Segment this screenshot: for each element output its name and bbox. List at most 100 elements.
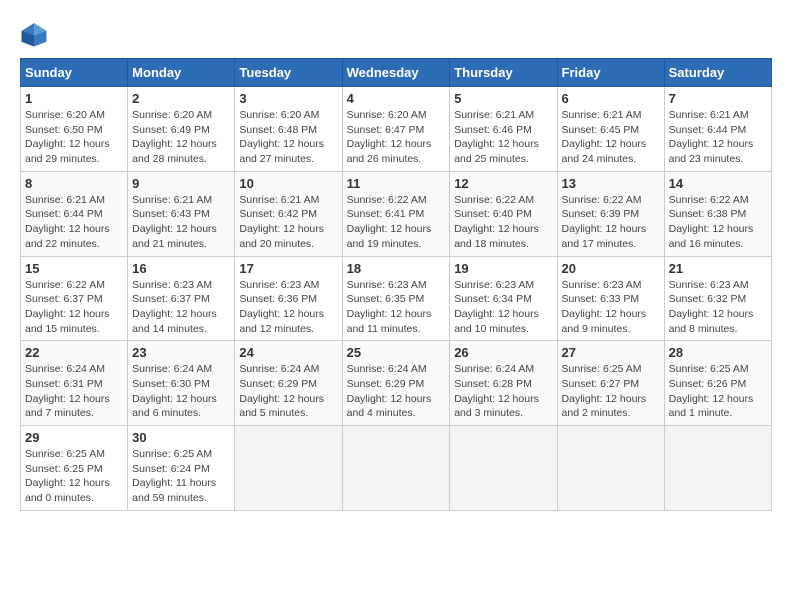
day-cell: 16 Sunrise: 6:23 AM Sunset: 6:37 PM Dayli… — [128, 256, 235, 341]
day-number: 30 — [132, 430, 230, 445]
day-cell: 28 Sunrise: 6:25 AM Sunset: 6:26 PM Dayli… — [664, 341, 771, 426]
day-info: Sunrise: 6:21 AM Sunset: 6:44 PM Dayligh… — [669, 108, 767, 167]
day-info: Sunrise: 6:21 AM Sunset: 6:42 PM Dayligh… — [239, 193, 337, 252]
column-header-friday: Friday — [557, 59, 664, 87]
day-info: Sunrise: 6:24 AM Sunset: 6:29 PM Dayligh… — [239, 362, 337, 421]
day-number: 13 — [562, 176, 660, 191]
day-number: 20 — [562, 261, 660, 276]
day-info: Sunrise: 6:23 AM Sunset: 6:32 PM Dayligh… — [669, 278, 767, 337]
week-row-1: 1 Sunrise: 6:20 AM Sunset: 6:50 PM Daylig… — [21, 87, 772, 172]
day-number: 15 — [25, 261, 123, 276]
day-info: Sunrise: 6:23 AM Sunset: 6:37 PM Dayligh… — [132, 278, 230, 337]
day-cell — [450, 426, 557, 511]
day-cell: 17Sunrise: 6:23 AM Sunset: 6:36 PM Dayli… — [235, 256, 342, 341]
day-info: Sunrise: 6:20 AM Sunset: 6:49 PM Dayligh… — [132, 108, 230, 167]
day-number: 9 — [132, 176, 230, 191]
day-cell: 8Sunrise: 6:21 AM Sunset: 6:44 PM Daylig… — [21, 171, 128, 256]
day-info: Sunrise: 6:24 AM Sunset: 6:30 PM Dayligh… — [132, 362, 230, 421]
day-number: 22 — [25, 345, 123, 360]
day-info: Sunrise: 6:23 AM Sunset: 6:33 PM Dayligh… — [562, 278, 660, 337]
week-row-3: 15 Sunrise: 6:22 AM Sunset: 6:37 PM Dayli… — [21, 256, 772, 341]
day-cell: 30 Sunrise: 6:25 AM Sunset: 6:24 PM Dayli… — [128, 426, 235, 511]
day-info: Sunrise: 6:22 AM Sunset: 6:40 PM Dayligh… — [454, 193, 552, 252]
day-info: Sunrise: 6:22 AM Sunset: 6:41 PM Dayligh… — [347, 193, 446, 252]
day-info: Sunrise: 6:23 AM Sunset: 6:34 PM Dayligh… — [454, 278, 552, 337]
day-number: 2 — [132, 91, 230, 106]
day-cell — [557, 426, 664, 511]
day-number: 4 — [347, 91, 446, 106]
day-number: 6 — [562, 91, 660, 106]
day-number: 26 — [454, 345, 552, 360]
day-info: Sunrise: 6:20 AM Sunset: 6:48 PM Dayligh… — [239, 108, 337, 167]
day-cell: 15 Sunrise: 6:22 AM Sunset: 6:37 PM Dayli… — [21, 256, 128, 341]
day-number: 23 — [132, 345, 230, 360]
day-cell: 11 Sunrise: 6:22 AM Sunset: 6:41 PM Dayli… — [342, 171, 450, 256]
calendar-header-row: SundayMondayTuesdayWednesdayThursdayFrid… — [21, 59, 772, 87]
day-number: 7 — [669, 91, 767, 106]
day-cell: 21 Sunrise: 6:23 AM Sunset: 6:32 PM Dayli… — [664, 256, 771, 341]
week-row-4: 22Sunrise: 6:24 AM Sunset: 6:31 PM Dayli… — [21, 341, 772, 426]
day-cell — [664, 426, 771, 511]
day-number: 14 — [669, 176, 767, 191]
day-number: 5 — [454, 91, 552, 106]
day-cell: 9 Sunrise: 6:21 AM Sunset: 6:43 PM Daylig… — [128, 171, 235, 256]
week-row-5: 29 Sunrise: 6:25 AM Sunset: 6:25 PM Dayli… — [21, 426, 772, 511]
day-number: 12 — [454, 176, 552, 191]
page-header — [20, 20, 772, 48]
day-number: 3 — [239, 91, 337, 106]
day-cell: 1 Sunrise: 6:20 AM Sunset: 6:50 PM Daylig… — [21, 87, 128, 172]
day-info: Sunrise: 6:25 AM Sunset: 6:25 PM Dayligh… — [25, 447, 123, 506]
day-info: Sunrise: 6:25 AM Sunset: 6:24 PM Dayligh… — [132, 447, 230, 506]
day-number: 11 — [347, 176, 446, 191]
day-number: 19 — [454, 261, 552, 276]
day-cell: 10 Sunrise: 6:21 AM Sunset: 6:42 PM Dayli… — [235, 171, 342, 256]
day-number: 1 — [25, 91, 123, 106]
day-info: Sunrise: 6:22 AM Sunset: 6:38 PM Dayligh… — [669, 193, 767, 252]
day-number: 18 — [347, 261, 446, 276]
day-info: Sunrise: 6:23 AM Sunset: 6:35 PM Dayligh… — [347, 278, 446, 337]
day-info: Sunrise: 6:20 AM Sunset: 6:50 PM Dayligh… — [25, 108, 123, 167]
day-number: 10 — [239, 176, 337, 191]
day-info: Sunrise: 6:21 AM Sunset: 6:44 PM Dayligh… — [25, 193, 123, 252]
day-info: Sunrise: 6:21 AM Sunset: 6:43 PM Dayligh… — [132, 193, 230, 252]
day-info: Sunrise: 6:21 AM Sunset: 6:45 PM Dayligh… — [562, 108, 660, 167]
logo-icon — [20, 20, 48, 48]
day-cell: 20 Sunrise: 6:23 AM Sunset: 6:33 PM Dayli… — [557, 256, 664, 341]
logo — [20, 20, 52, 48]
day-info: Sunrise: 6:20 AM Sunset: 6:47 PM Dayligh… — [347, 108, 446, 167]
day-number: 17 — [239, 261, 337, 276]
day-number: 16 — [132, 261, 230, 276]
day-cell: 6 Sunrise: 6:21 AM Sunset: 6:45 PM Daylig… — [557, 87, 664, 172]
day-cell: 4 Sunrise: 6:20 AM Sunset: 6:47 PM Daylig… — [342, 87, 450, 172]
day-cell: 2 Sunrise: 6:20 AM Sunset: 6:49 PM Daylig… — [128, 87, 235, 172]
day-cell: 7 Sunrise: 6:21 AM Sunset: 6:44 PM Daylig… — [664, 87, 771, 172]
day-info: Sunrise: 6:24 AM Sunset: 6:29 PM Dayligh… — [347, 362, 446, 421]
day-cell — [235, 426, 342, 511]
column-header-wednesday: Wednesday — [342, 59, 450, 87]
week-row-2: 8Sunrise: 6:21 AM Sunset: 6:44 PM Daylig… — [21, 171, 772, 256]
day-cell — [342, 426, 450, 511]
day-info: Sunrise: 6:24 AM Sunset: 6:28 PM Dayligh… — [454, 362, 552, 421]
column-header-thursday: Thursday — [450, 59, 557, 87]
day-cell: 5 Sunrise: 6:21 AM Sunset: 6:46 PM Daylig… — [450, 87, 557, 172]
calendar-table: SundayMondayTuesdayWednesdayThursdayFrid… — [20, 58, 772, 511]
day-number: 28 — [669, 345, 767, 360]
day-cell: 19 Sunrise: 6:23 AM Sunset: 6:34 PM Dayli… — [450, 256, 557, 341]
day-cell: 27Sunrise: 6:25 AM Sunset: 6:27 PM Dayli… — [557, 341, 664, 426]
day-cell: 24 Sunrise: 6:24 AM Sunset: 6:29 PM Dayli… — [235, 341, 342, 426]
day-number: 21 — [669, 261, 767, 276]
column-header-tuesday: Tuesday — [235, 59, 342, 87]
column-header-sunday: Sunday — [21, 59, 128, 87]
day-cell: 22Sunrise: 6:24 AM Sunset: 6:31 PM Dayli… — [21, 341, 128, 426]
day-number: 24 — [239, 345, 337, 360]
day-cell: 23 Sunrise: 6:24 AM Sunset: 6:30 PM Dayli… — [128, 341, 235, 426]
column-header-monday: Monday — [128, 59, 235, 87]
day-info: Sunrise: 6:21 AM Sunset: 6:46 PM Dayligh… — [454, 108, 552, 167]
day-info: Sunrise: 6:22 AM Sunset: 6:39 PM Dayligh… — [562, 193, 660, 252]
day-number: 29 — [25, 430, 123, 445]
day-number: 27 — [562, 345, 660, 360]
day-cell: 18 Sunrise: 6:23 AM Sunset: 6:35 PM Dayli… — [342, 256, 450, 341]
day-cell: 12 Sunrise: 6:22 AM Sunset: 6:40 PM Dayli… — [450, 171, 557, 256]
day-info: Sunrise: 6:25 AM Sunset: 6:26 PM Dayligh… — [669, 362, 767, 421]
day-info: Sunrise: 6:22 AM Sunset: 6:37 PM Dayligh… — [25, 278, 123, 337]
